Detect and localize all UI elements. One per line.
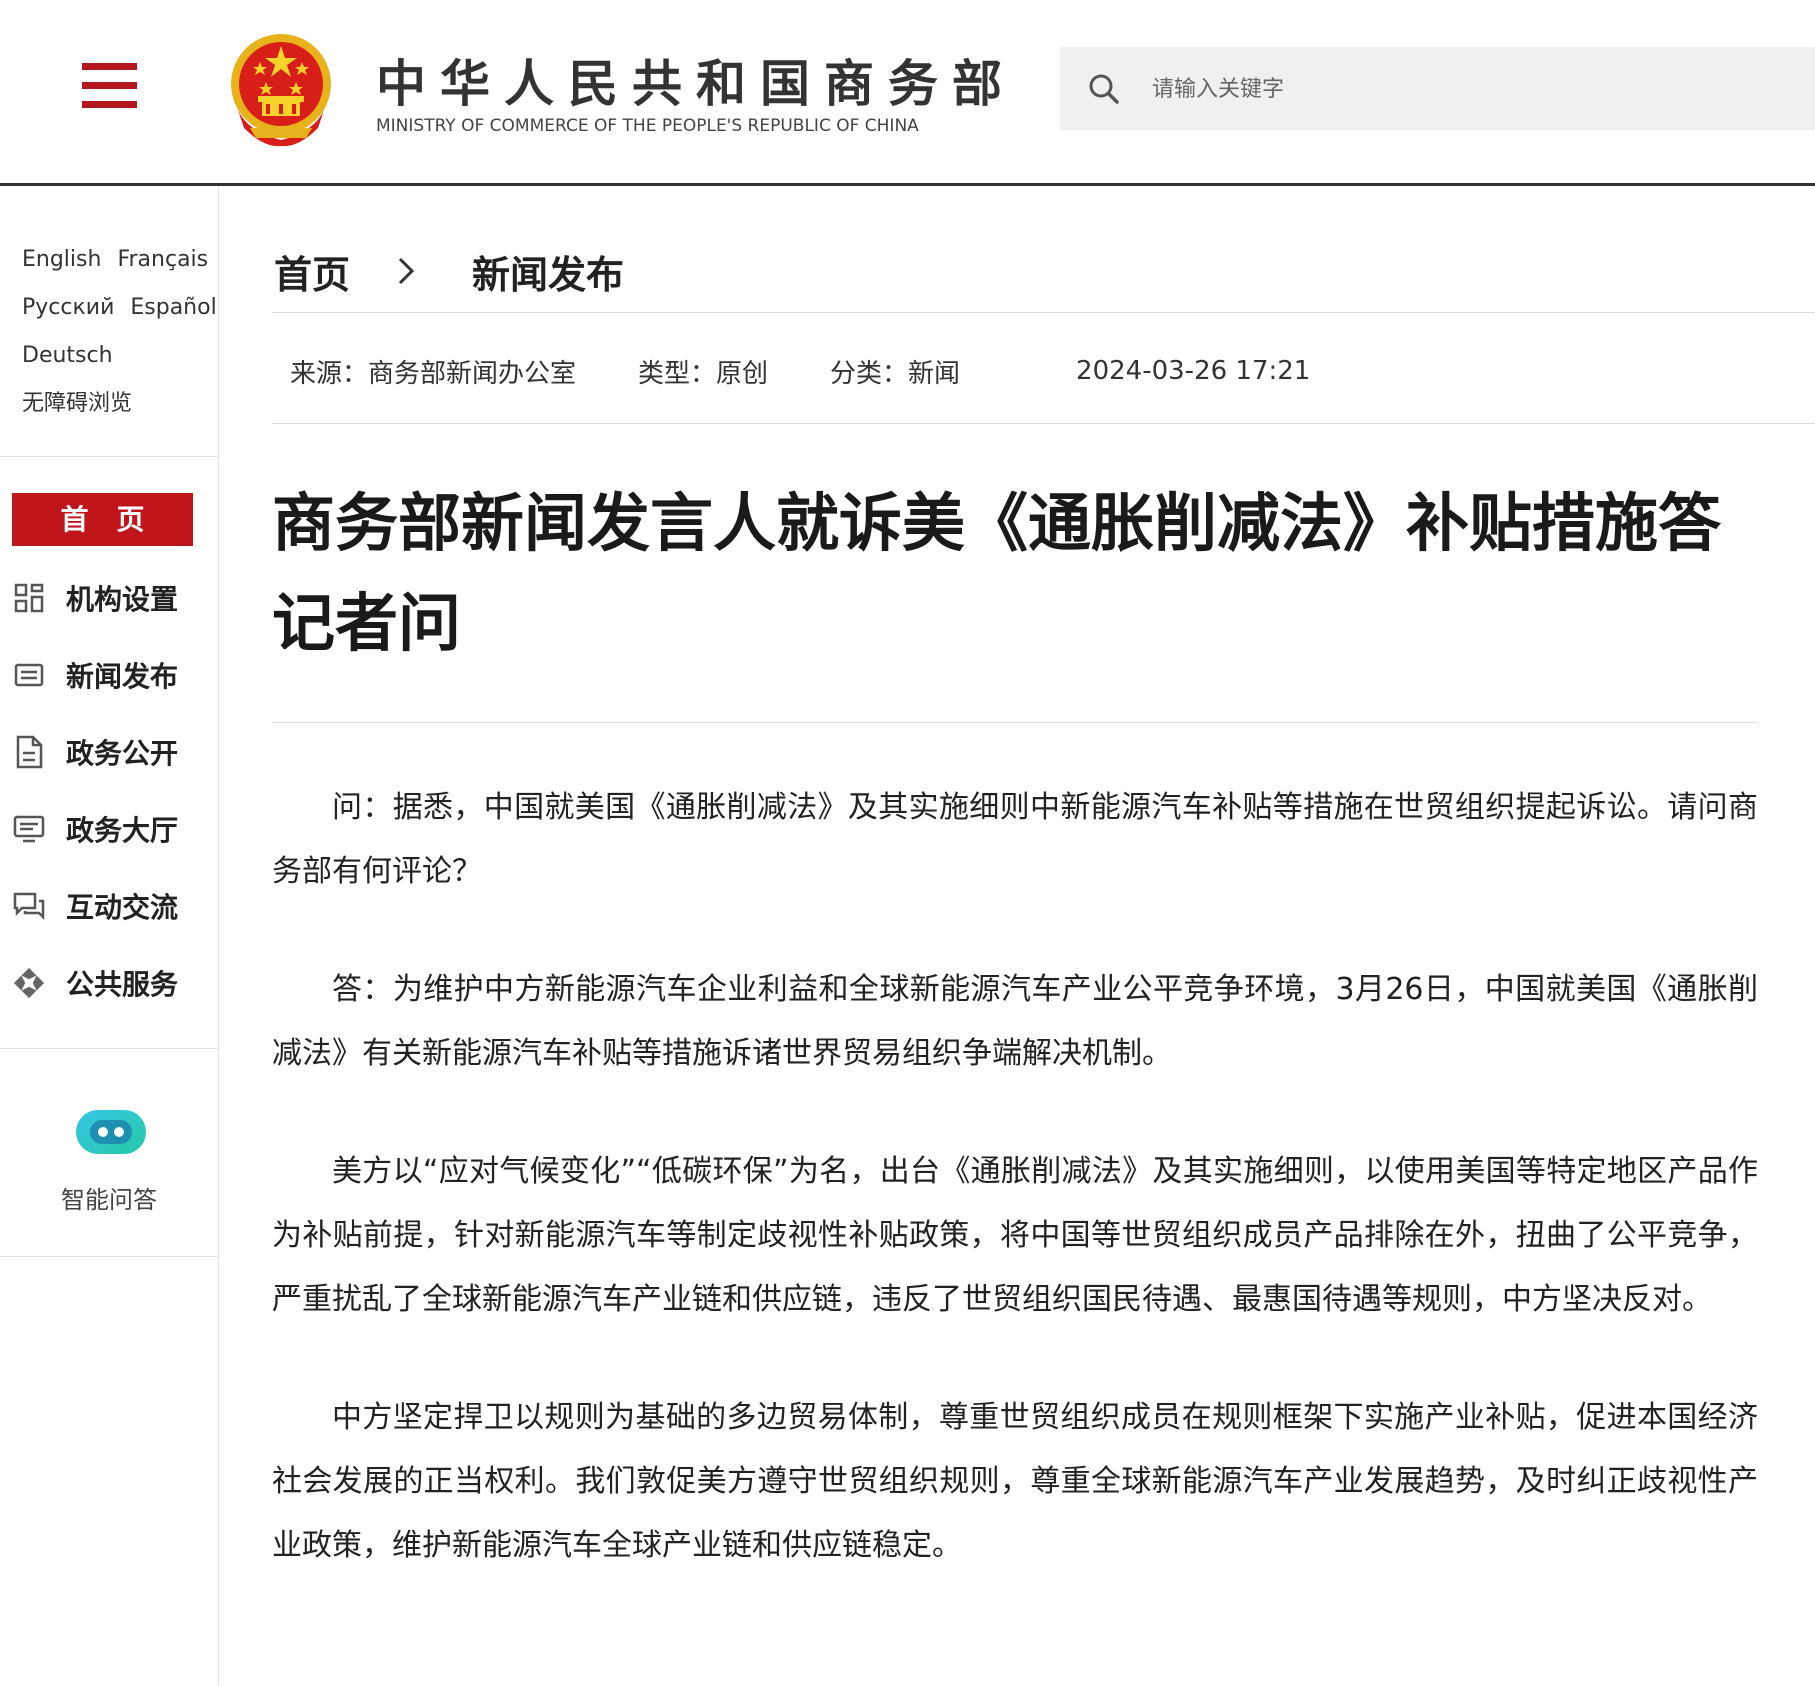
divider [272,423,1815,424]
lang-english-link[interactable]: English [22,247,101,272]
search-box [1060,47,1815,132]
sidebar-item-label: 互动交流 [66,891,179,924]
sidebar: English Français Русский Español Deutsch 无… [0,186,219,1686]
sidebar-home-button[interactable]: 首页 [12,493,193,546]
sidebar-item-label: 新闻发布 [66,660,179,693]
service-icon [12,966,46,1000]
lang-french-link[interactable]: Français [117,247,208,272]
sidebar-divider [0,456,218,457]
lang-spanish-link[interactable]: Español [130,295,216,320]
article-meta: 来源：商务部新闻办公室 类型：原创 分类：新闻 2024-03-26 17:21 [290,346,1310,396]
search-icon[interactable] [1088,73,1120,105]
ai-assistant-label[interactable]: 智能问答 [0,1180,218,1215]
article-paragraph: 美方以“应对气候变化”“低碳环保”为名，出台《通胀削减法》及其实施细则，以使用美… [272,1154,1758,1317]
meta-type: 类型：原创 [638,358,769,389]
chevron-right-icon [398,257,415,285]
search-input[interactable] [1150,47,1774,132]
menu-icon[interactable] [82,63,137,108]
breadcrumb-home-link[interactable]: 首页 [274,244,350,299]
article-paragraph: 中方坚定捍卫以规则为基础的多边贸易体制，尊重世贸组织成员在规则框架下实施产业补贴… [272,1400,1758,1563]
article-body: 问：据悉，中国就美国《通胀削减法》及其实施细则中新能源汽车补贴等措施在世贸组织提… [272,776,1758,1578]
article-title: 商务部新闻发言人就诉美《通胀削减法》补贴措施答记者问 [272,487,1721,660]
sidebar-item-service-hall[interactable]: 政务大厅 [12,799,212,859]
language-links: English Français Русский Español Deutsch 无… [22,236,217,428]
article-paragraph: 问：据悉，中国就美国《通胀削减法》及其实施细则中新能源汽车补贴等措施在世贸组织提… [272,790,1758,889]
breadcrumb-current-link[interactable]: 新闻发布 [472,244,624,299]
sidebar-item-organization[interactable]: 机构设置 [12,568,212,628]
meta-source: 来源：商务部新闻办公室 [290,358,577,389]
sidebar-divider [0,1256,218,1257]
site-title: 中华人民共和国商务部 [376,54,1016,113]
sidebar-item-interaction[interactable]: 互动交流 [12,876,212,936]
site-header: 中华人民共和国商务部 MINISTRY OF COMMERCE OF THE P… [0,0,1815,186]
sidebar-item-label: 政务大厅 [66,814,179,847]
site-subtitle: MINISTRY OF COMMERCE OF THE PEOPLE'S REP… [376,116,919,136]
robot-assistant-icon[interactable] [72,1104,150,1160]
accessibility-link[interactable]: 无障碍浏览 [22,391,132,416]
divider [272,722,1758,723]
lang-russian-link[interactable]: Русский [22,295,114,320]
divider [272,312,1815,313]
document-icon [12,735,46,769]
sidebar-item-label: 公共服务 [66,968,179,1001]
breadcrumb: 首页 新闻发布 [274,244,624,299]
sidebar-item-public-service[interactable]: 公共服务 [12,953,212,1013]
sidebar-item-label: 机构设置 [66,583,179,616]
sidebar-item-government-affairs[interactable]: 政务公开 [12,722,212,782]
lang-german-link[interactable]: Deutsch [22,343,113,368]
national-emblem-icon[interactable] [228,32,334,148]
sidebar-item-news[interactable]: 新闻发布 [12,645,212,705]
grid-icon [12,581,46,615]
news-icon [12,658,46,692]
monitor-icon [12,812,46,846]
article-paragraph: 答：为维护中方新能源汽车企业利益和全球新能源汽车产业公平竞争环境，3月26日，中… [272,972,1758,1071]
sidebar-item-label: 政务公开 [66,737,179,770]
sidebar-divider [0,1048,218,1049]
meta-datetime: 2024-03-26 17:21 [1076,356,1311,386]
meta-category: 分类：新闻 [830,358,961,389]
chat-icon [12,889,46,923]
